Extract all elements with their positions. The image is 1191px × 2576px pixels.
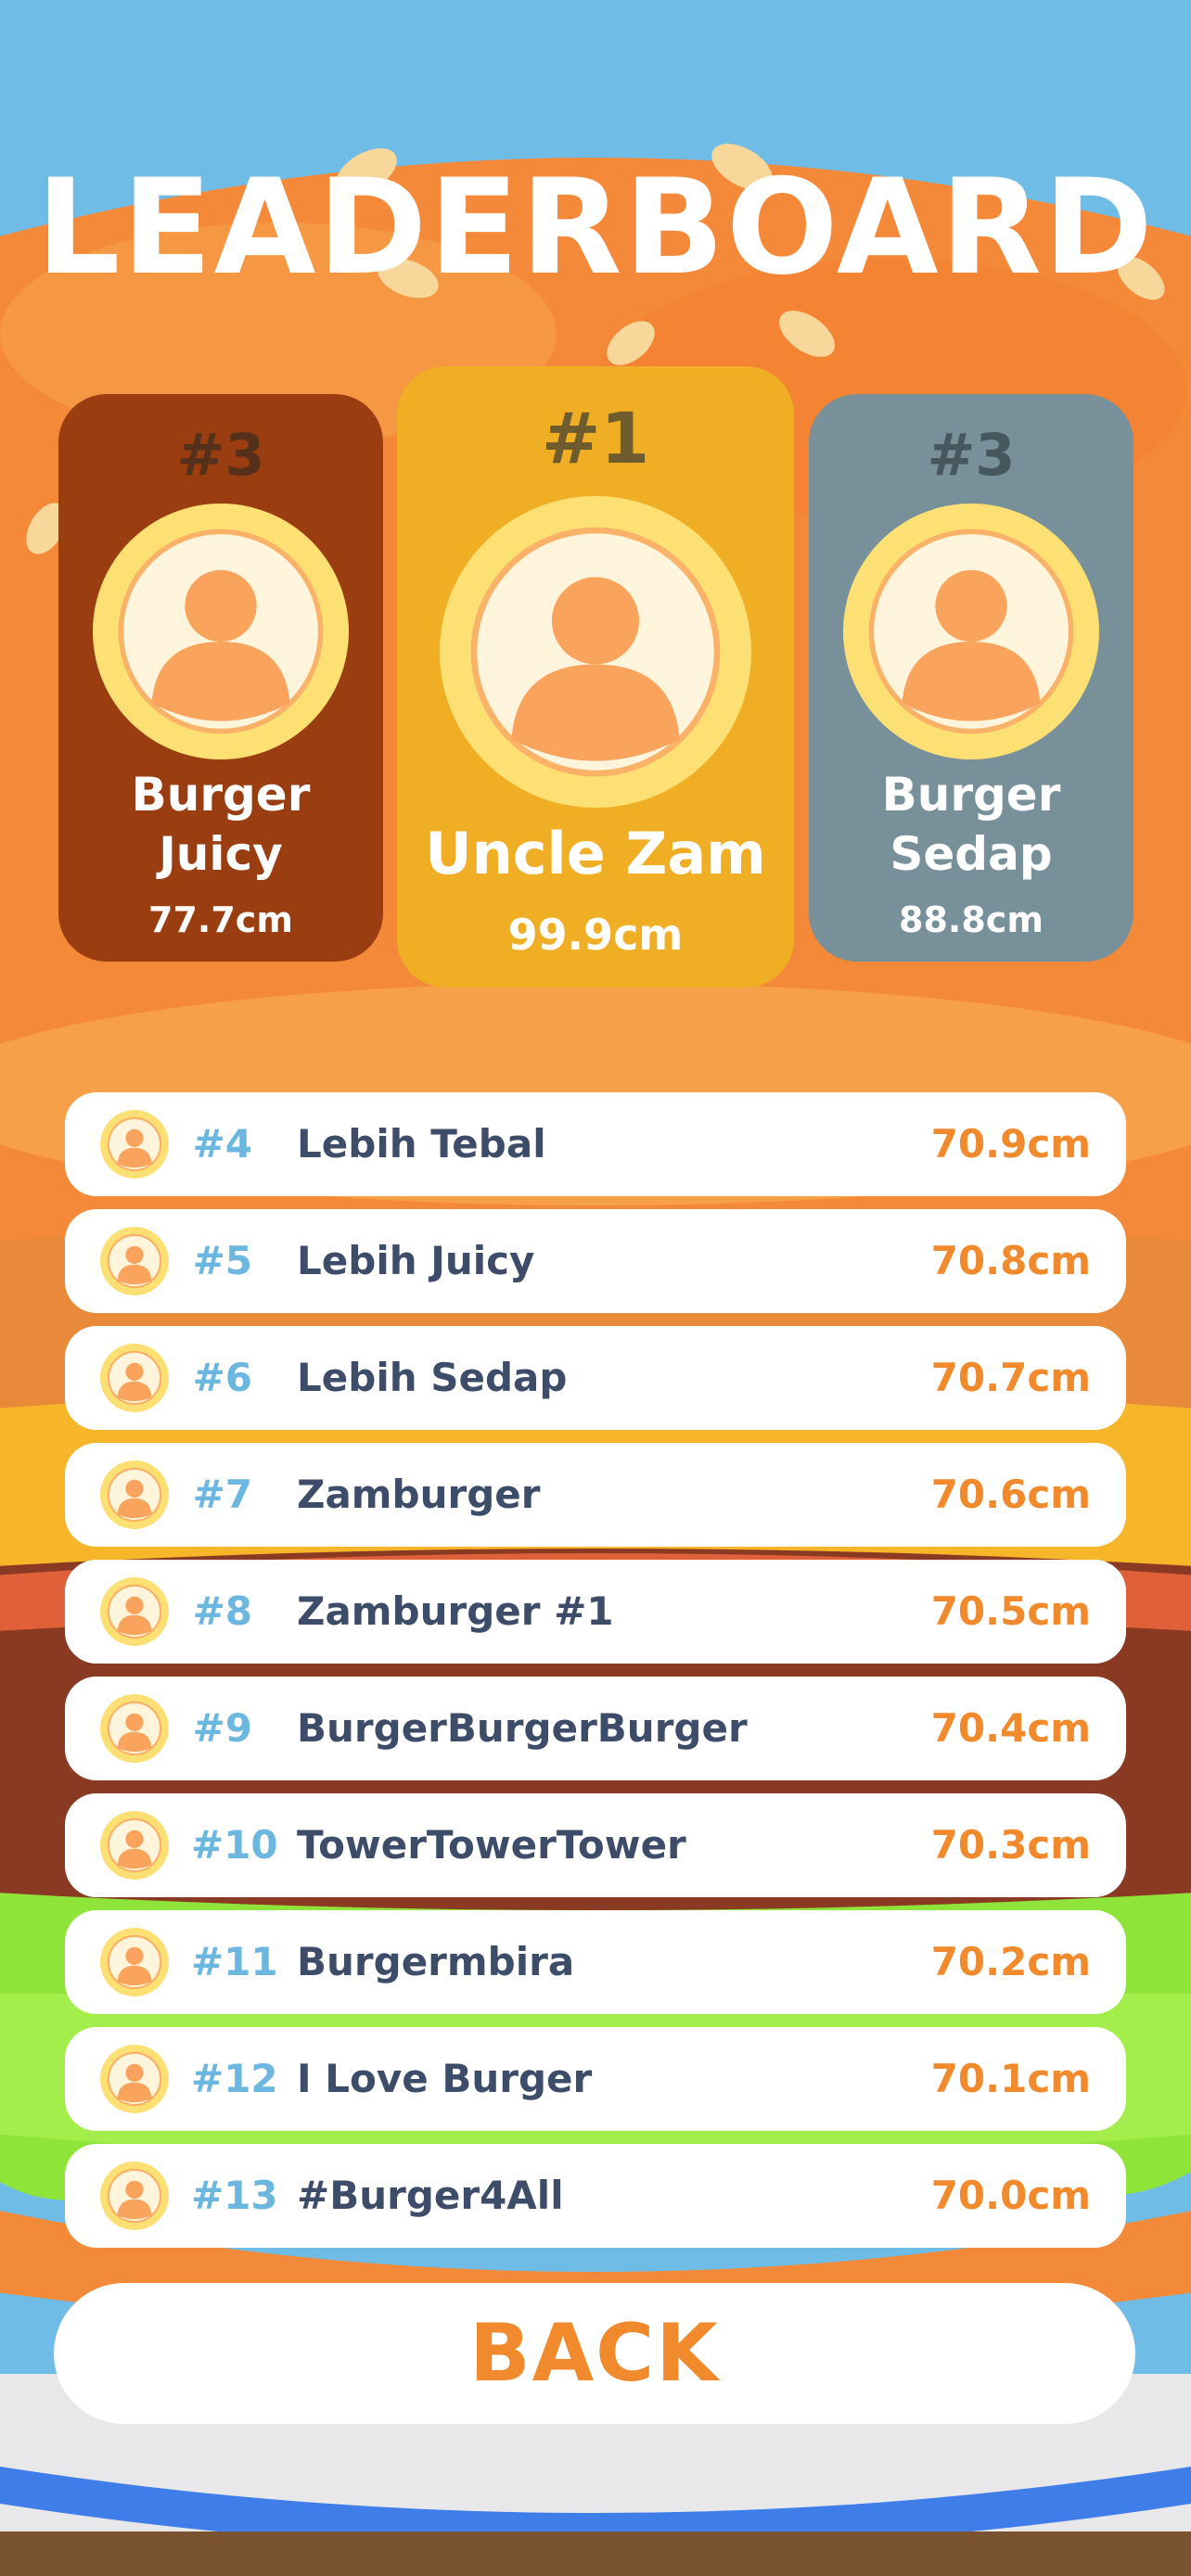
row-name: TowerTowerTower — [297, 1822, 686, 1868]
podium-center-score: 99.9cm — [507, 910, 684, 960]
row-score: 70.9cm — [930, 1121, 1091, 1167]
row-name: Lebih Tebal — [297, 1121, 546, 1167]
podium-center-rank: #1 — [541, 397, 650, 479]
row-score: 70.6cm — [930, 1472, 1091, 1517]
podium-right-score: 88.8cm — [899, 899, 1044, 940]
row-rank: #12 — [191, 2056, 278, 2101]
avatar-icon — [440, 496, 751, 808]
leaderboard-title: LEADERBOARD — [36, 151, 1155, 304]
row-name: Burgermbira — [297, 1939, 575, 1984]
row-score: 70.7cm — [930, 1355, 1091, 1400]
podium-left[interactable]: #3 Burger Juicy 77.7cm — [58, 394, 383, 962]
row-score: 70.3cm — [930, 1822, 1091, 1868]
row-rank: #13 — [191, 2173, 278, 2218]
avatar-icon — [100, 1577, 169, 1646]
row-score: 70.5cm — [930, 1588, 1091, 1634]
podium-left-name-line2: Juicy — [159, 827, 283, 881]
row-rank: #9 — [192, 1705, 252, 1751]
avatar-icon — [100, 1460, 169, 1529]
podium-left-rank: #3 — [176, 421, 265, 489]
row-name: I Love Burger — [297, 2056, 593, 2101]
row-name: BurgerBurgerBurger — [297, 1705, 748, 1751]
row-score: 70.4cm — [930, 1705, 1091, 1751]
row-score: 70.2cm — [930, 1939, 1091, 1984]
list-row[interactable]: #5 Lebih Juicy 70.8cm — [65, 1209, 1126, 1313]
row-name: Zamburger #1 — [297, 1588, 614, 1634]
avatar-icon — [843, 504, 1099, 759]
podium-center[interactable]: #1 Uncle Zam 99.9cm — [397, 366, 794, 988]
row-name: #Burger4All — [297, 2173, 564, 2218]
list-row[interactable]: #9 BurgerBurgerBurger 70.4cm — [65, 1677, 1126, 1780]
list-row[interactable]: #4 Lebih Tebal 70.9cm — [65, 1092, 1126, 1196]
avatar-icon — [100, 1928, 169, 1996]
row-rank: #11 — [191, 1939, 278, 1984]
podium-right-name-line1: Burger — [881, 768, 1061, 822]
list-row[interactable]: #12 I Love Burger 70.1cm — [65, 2027, 1126, 2131]
row-rank: #6 — [192, 1355, 252, 1400]
podium-left-score: 77.7cm — [148, 899, 293, 940]
podium-right-rank: #3 — [927, 421, 1016, 489]
row-name: Lebih Juicy — [297, 1238, 535, 1283]
podium-left-name-line1: Burger — [131, 768, 311, 822]
avatar-icon — [93, 504, 349, 759]
row-rank: #10 — [191, 1822, 278, 1868]
row-score: 70.1cm — [930, 2056, 1091, 2101]
podium-center-name: Uncle Zam — [425, 820, 766, 887]
avatar-icon — [100, 1110, 169, 1179]
row-score: 70.8cm — [930, 1238, 1091, 1283]
row-name: Zamburger — [297, 1472, 541, 1517]
list-row[interactable]: #13 #Burger4All 70.0cm — [65, 2144, 1126, 2248]
list-row[interactable]: #8 Zamburger #1 70.5cm — [65, 1560, 1126, 1664]
row-rank: #8 — [192, 1588, 252, 1634]
row-rank: #5 — [192, 1238, 252, 1283]
avatar-icon — [100, 1344, 169, 1412]
avatar-icon — [100, 1811, 169, 1880]
list-row[interactable]: #11 Burgermbira 70.2cm — [65, 1910, 1126, 2014]
avatar-icon — [100, 1694, 169, 1763]
back-button[interactable]: BACK — [54, 2283, 1135, 2424]
podium-right[interactable]: #3 Burger Sedap 88.8cm — [809, 394, 1133, 962]
row-name: Lebih Sedap — [297, 1355, 568, 1400]
row-rank: #4 — [192, 1121, 252, 1167]
list-row[interactable]: #6 Lebih Sedap 70.7cm — [65, 1326, 1126, 1430]
podium-right-name-line2: Sedap — [890, 827, 1053, 881]
avatar-icon — [100, 1227, 169, 1295]
row-score: 70.0cm — [930, 2173, 1091, 2218]
avatar-icon — [100, 2162, 169, 2230]
avatar-icon — [100, 2045, 169, 2113]
row-rank: #7 — [192, 1472, 252, 1517]
list-row[interactable]: #10 TowerTowerTower 70.3cm — [65, 1793, 1126, 1897]
list-row[interactable]: #7 Zamburger 70.6cm — [65, 1443, 1126, 1547]
